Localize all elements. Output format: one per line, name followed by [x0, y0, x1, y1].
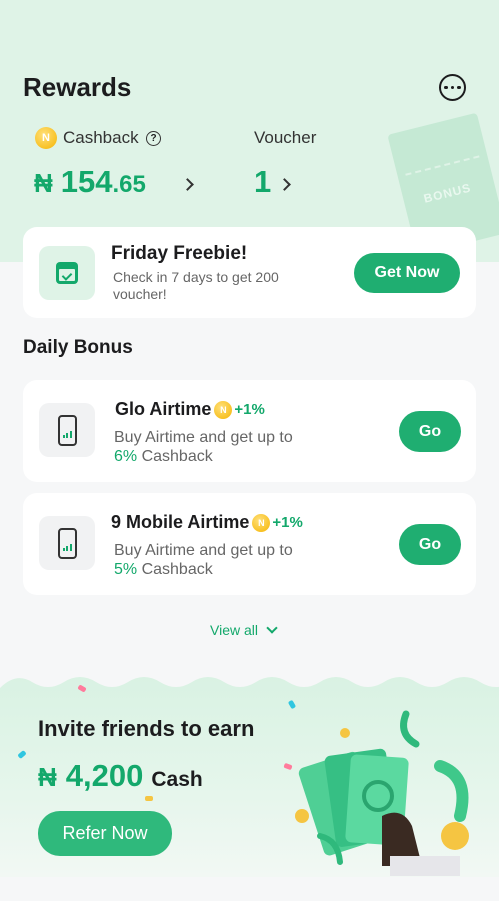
currency-symbol: ₦ [34, 168, 53, 198]
voucher-label: Voucher [254, 128, 317, 147]
cash-hand-illustration [295, 710, 469, 876]
wave-edge [0, 676, 499, 688]
bonus-item-desc: Buy Airtime and get up to 5% Cashback [114, 542, 293, 578]
page-title: Rewards [23, 72, 132, 102]
bonus-item-name: 9 Mobile Airtime [111, 512, 250, 532]
bonus-item-title: 9 Mobile Airtime N +1% [111, 512, 303, 533]
mobile-phone-icon [39, 516, 95, 570]
chevron-down-icon [266, 622, 278, 634]
cashback-amount-dec: .65 [112, 171, 146, 198]
bonus-percent: +1% [272, 514, 303, 531]
ticket-label: BONUS [422, 180, 473, 206]
list-item: Glo Airtime N +1% Buy Airtime and get up… [23, 380, 476, 482]
freebie-title: Friday Freebie! [111, 243, 248, 264]
get-now-button[interactable]: Get Now [354, 253, 460, 293]
go-button[interactable]: Go [399, 411, 461, 452]
bonus-item-title: Glo Airtime N +1% [115, 399, 265, 420]
more-dots-icon[interactable] [439, 74, 466, 101]
list-item: 9 Mobile Airtime N +1% Buy Airtime and g… [23, 493, 476, 595]
bonus-item-desc: Buy Airtime and get up to 6% Cashback [114, 429, 293, 465]
refer-now-button[interactable]: Refer Now [38, 811, 172, 856]
bottom-bar [0, 877, 499, 901]
daily-bonus-title: Daily Bonus [23, 337, 133, 358]
invite-banner[interactable]: Invite friends to earn ₦ 4,200 Cash Refe… [0, 676, 499, 877]
help-icon[interactable]: ? [146, 131, 161, 146]
coin-icon: N [252, 513, 271, 532]
freebie-subtitle: Check in 7 days to get 200 voucher! [113, 269, 279, 302]
voucher-count[interactable]: 1 [254, 164, 271, 200]
mobile-phone-icon [39, 403, 95, 457]
cashback-label: Cashback [63, 128, 139, 147]
coin-icon: N [214, 400, 233, 419]
view-all-link[interactable]: View all [210, 622, 278, 638]
cashback-amount[interactable]: ₦ 154 .65 [34, 164, 146, 200]
go-button[interactable]: Go [399, 524, 461, 565]
invite-amount: ₦ 4,200 Cash [38, 758, 203, 793]
bonus-item-name: Glo Airtime [115, 399, 212, 419]
invite-title: Invite friends to earn [38, 716, 255, 741]
friday-freebie-card: Friday Freebie! Check in 7 days to get 2… [23, 227, 476, 318]
bonus-percent: +1% [234, 401, 265, 418]
calendar-check-icon [39, 246, 95, 300]
cashback-coin-icon: N [35, 127, 57, 149]
cashback-amount-int: 154 [60, 164, 113, 199]
